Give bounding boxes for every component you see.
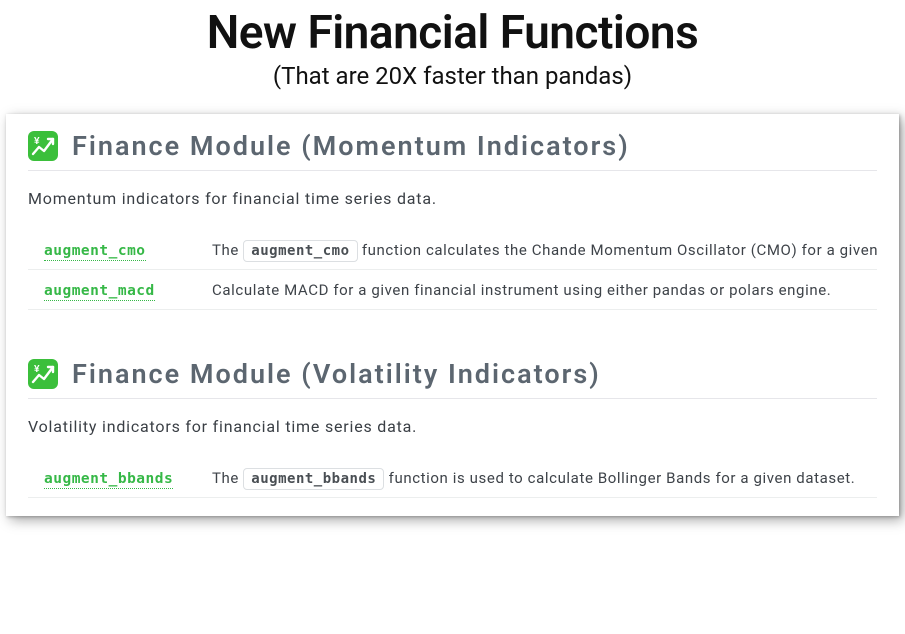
table-row: augment_cmo The augment_cmo function cal… xyxy=(28,230,877,270)
desc-text: Calculate MACD for a given financial ins… xyxy=(212,281,831,299)
page-header: New Financial Functions (That are 20X fa… xyxy=(0,0,905,90)
svg-text:¥: ¥ xyxy=(34,364,40,375)
section-header: ¥ Finance Module (Momentum Indicators) xyxy=(28,130,877,171)
page-subtitle: (That are 20X faster than pandas) xyxy=(0,62,905,90)
function-name-cell: augment_cmo xyxy=(44,240,184,259)
table-row: augment_macd Calculate MACD for a given … xyxy=(28,270,877,310)
section-title: Finance Module (Volatility Indicators) xyxy=(72,358,601,390)
section-momentum: ¥ Finance Module (Momentum Indicators) M… xyxy=(6,130,899,318)
function-link-augment-macd[interactable]: augment_macd xyxy=(44,283,155,301)
chart-yen-icon: ¥ xyxy=(28,131,58,161)
table-row: augment_bbands The augment_bbands functi… xyxy=(28,458,877,498)
section-title: Finance Module (Momentum Indicators) xyxy=(72,130,630,162)
desc-suffix: function is used to calculate Bollinger … xyxy=(384,469,855,487)
svg-text:¥: ¥ xyxy=(34,136,40,147)
content-card: ¥ Finance Module (Momentum Indicators) M… xyxy=(6,114,899,516)
function-description: Calculate MACD for a given financial ins… xyxy=(212,281,831,299)
function-table[interactable]: augment_bbands The augment_bbands functi… xyxy=(28,458,877,506)
section-description: Momentum indicators for financial time s… xyxy=(28,189,877,208)
section-header: ¥ Finance Module (Volatility Indicators) xyxy=(28,358,877,399)
section-volatility: ¥ Finance Module (Volatility Indicators)… xyxy=(6,358,899,506)
code-literal: augment_bbands xyxy=(243,468,384,490)
function-name-cell: augment_bbands xyxy=(44,468,184,487)
function-description: The augment_bbands function is used to c… xyxy=(212,469,855,487)
function-link-augment-bbands[interactable]: augment_bbands xyxy=(44,471,173,489)
desc-prefix: The xyxy=(212,469,243,487)
function-link-augment-cmo[interactable]: augment_cmo xyxy=(44,243,146,261)
page-title: New Financial Functions xyxy=(0,6,905,60)
desc-prefix: The xyxy=(212,241,243,259)
section-description: Volatility indicators for financial time… xyxy=(28,417,877,436)
chart-yen-icon: ¥ xyxy=(28,359,58,389)
code-literal: augment_cmo xyxy=(243,240,357,262)
desc-suffix: function calculates the Chande Momentum … xyxy=(358,241,877,259)
page: New Financial Functions (That are 20X fa… xyxy=(0,0,905,634)
function-table[interactable]: augment_cmo The augment_cmo function cal… xyxy=(28,230,877,318)
function-description: The augment_cmo function calculates the … xyxy=(212,241,877,259)
function-name-cell: augment_macd xyxy=(44,280,184,299)
